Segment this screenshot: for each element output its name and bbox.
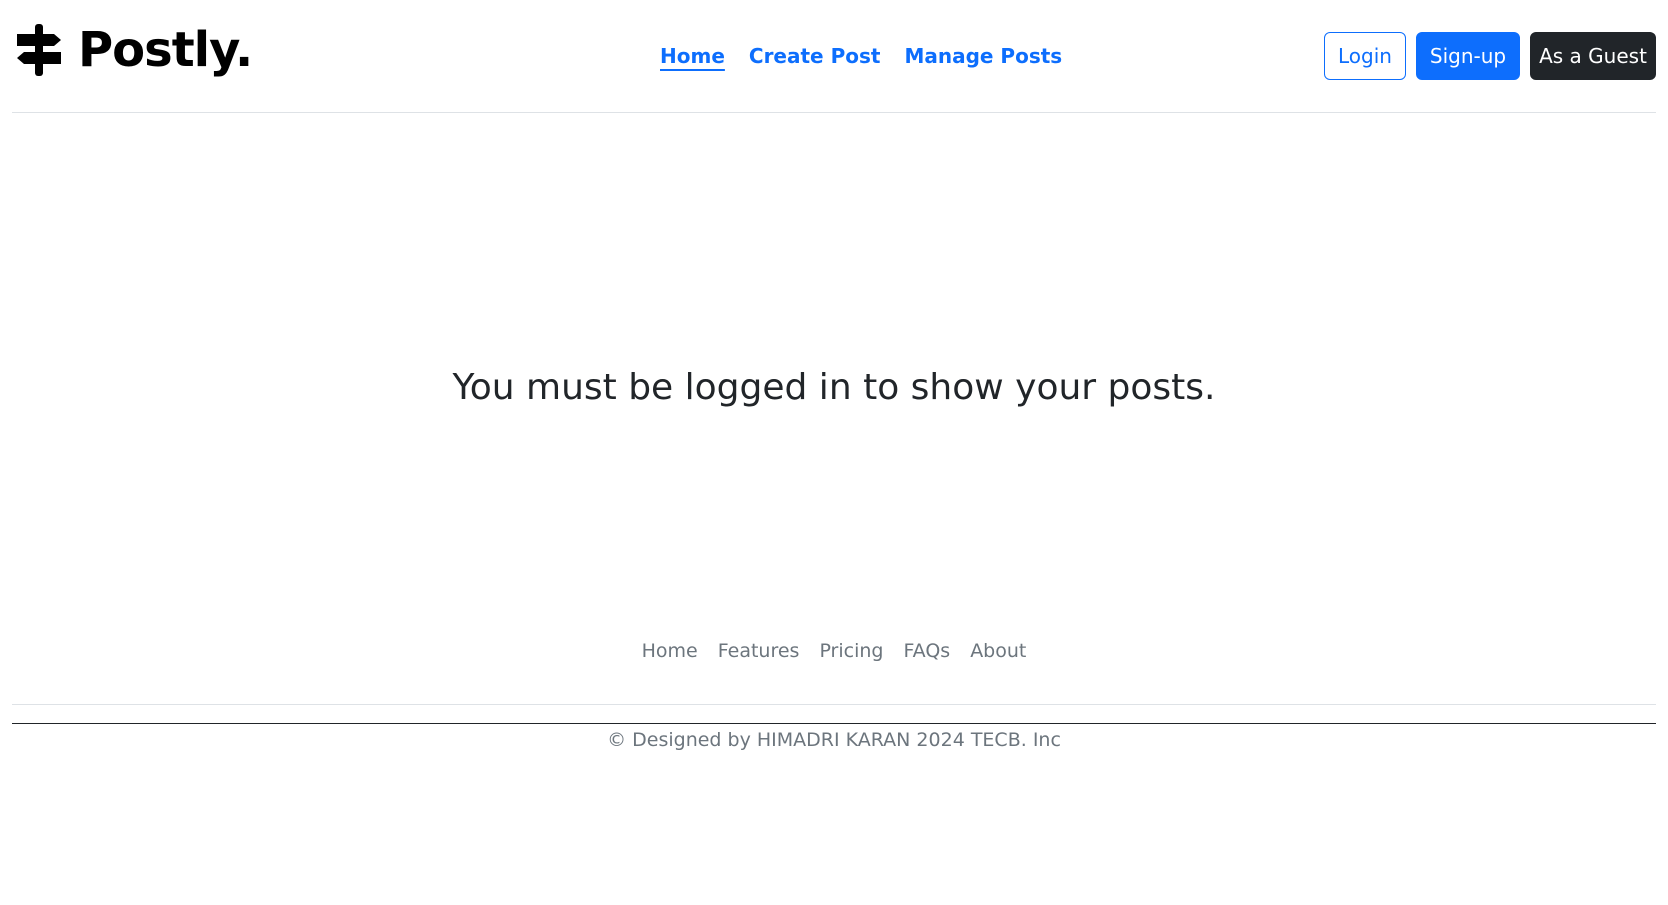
footer-link-about[interactable]: About [970, 640, 1026, 704]
footer-link-pricing[interactable]: Pricing [819, 640, 883, 704]
brand-name: Postly. [78, 22, 253, 78]
footer-divider [12, 723, 1656, 724]
brand-logo-link[interactable]: Postly. [14, 22, 253, 78]
nav-link-home[interactable]: Home [660, 44, 725, 68]
auth-actions: Login Sign-up As a Guest [1324, 32, 1656, 80]
footer-link-home[interactable]: Home [642, 640, 698, 704]
main-nav: Home Create Post Manage Posts [660, 44, 1062, 68]
login-button[interactable]: Login [1324, 32, 1406, 80]
login-required-message: You must be logged in to show your posts… [452, 367, 1216, 408]
guest-button[interactable]: As a Guest [1530, 32, 1656, 80]
signpost-icon [17, 24, 61, 76]
signup-button[interactable]: Sign-up [1416, 32, 1520, 80]
footer-link-faqs[interactable]: FAQs [903, 640, 950, 704]
footer-link-features[interactable]: Features [718, 640, 800, 704]
site-header: Postly. Home Create Post Manage Posts Lo… [12, 0, 1656, 113]
nav-link-create-post[interactable]: Create Post [749, 44, 881, 68]
nav-link-manage-posts[interactable]: Manage Posts [904, 44, 1062, 68]
footer-nav: Home Features Pricing FAQs About [12, 640, 1656, 705]
copyright-text: © Designed by HIMADRI KARAN 2024 TECB. I… [607, 729, 1061, 751]
